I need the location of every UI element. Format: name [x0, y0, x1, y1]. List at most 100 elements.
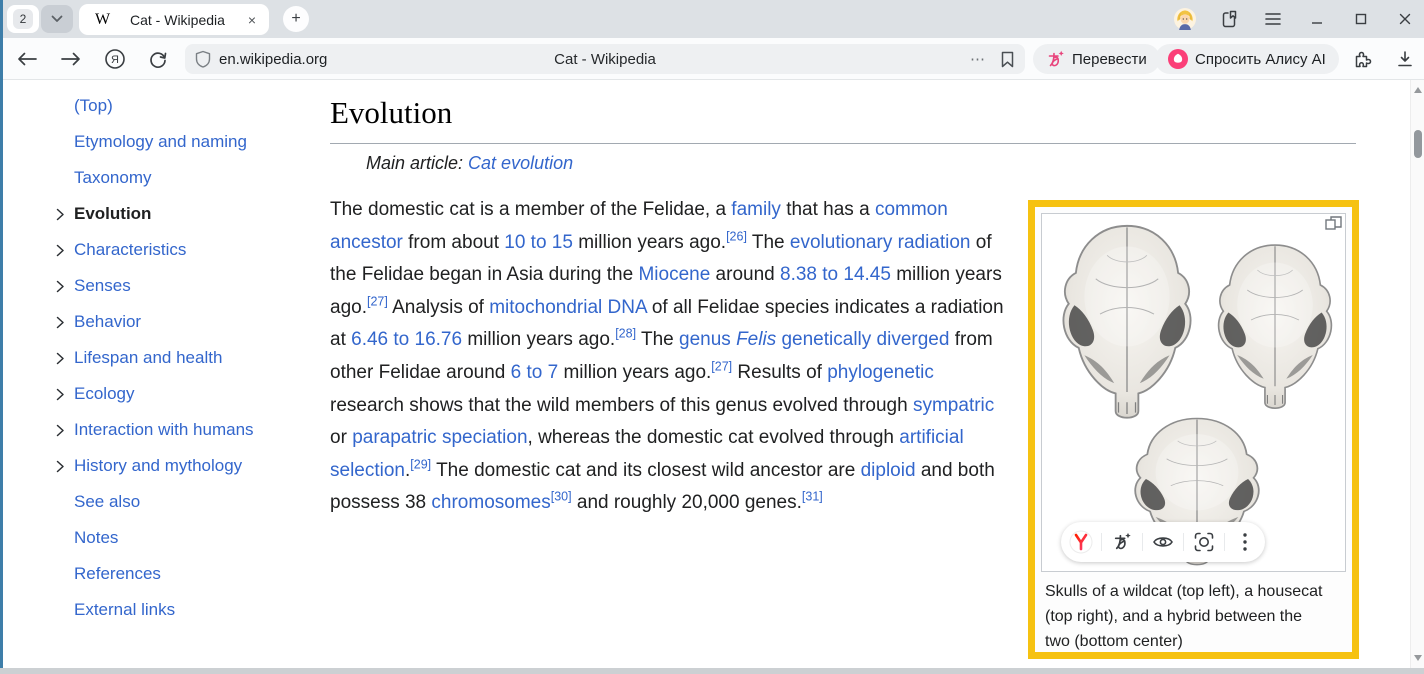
reference-link[interactable]: [27] [711, 360, 732, 374]
sidebar-item-ecology[interactable]: Ecology [56, 376, 326, 412]
window-maximize-button[interactable] [1350, 8, 1372, 30]
text-run: The [747, 232, 790, 253]
reference-link[interactable]: [26] [726, 229, 747, 243]
kebab-menu-icon[interactable] [1233, 530, 1257, 554]
wiki-link[interactable]: mitochondrial DNA [489, 297, 646, 318]
wiki-link[interactable]: 6 to 7 [511, 362, 559, 383]
window-frame-left [0, 0, 3, 674]
wiki-link[interactable]: evolutionary radiation [790, 232, 971, 253]
reference-link[interactable]: [30] [551, 490, 572, 504]
download-icon [1396, 50, 1414, 68]
sidebar-item-etymology-and-naming[interactable]: Etymology and naming [56, 124, 326, 160]
url-host: en.wikipedia.org [219, 51, 327, 68]
maximize-icon [1354, 12, 1368, 26]
sidebar-item-behavior[interactable]: Behavior [56, 304, 326, 340]
wiki-link[interactable]: 10 to 15 [504, 232, 573, 253]
chevron-right-icon[interactable] [56, 244, 74, 257]
translate-icon[interactable] [1110, 530, 1134, 554]
sidebar-item-see-also[interactable]: See also [56, 484, 326, 520]
skulls-image[interactable] [1041, 213, 1346, 572]
wiki-link[interactable]: genus [679, 329, 731, 350]
vertical-scrollbar[interactable] [1410, 80, 1424, 668]
sidebar-item-label: Senses [74, 276, 131, 296]
sidebar-item-characteristics[interactable]: Characteristics [56, 232, 326, 268]
chevron-right-icon[interactable] [56, 316, 74, 329]
skulls-drawing [1042, 214, 1344, 571]
sidebar-item-label: Lifespan and health [74, 348, 222, 368]
scrollbar-thumb[interactable] [1414, 130, 1422, 158]
wiki-link[interactable]: parapatric speciation [352, 427, 527, 448]
tab-close-icon[interactable]: × [245, 12, 259, 28]
reload-button[interactable] [146, 47, 170, 71]
translate-button[interactable]: Перевести [1033, 44, 1160, 74]
enlarge-icon[interactable] [1325, 216, 1342, 230]
figure-skulls[interactable]: Skulls of a wildcat (top left), a housec… [1028, 200, 1359, 659]
chevron-right-icon[interactable] [56, 424, 74, 437]
ask-alice-button[interactable]: Спросить Алису AI [1155, 44, 1339, 74]
hatnote: Main article: Cat evolution [366, 153, 573, 174]
sidebar-item-evolution[interactable]: Evolution [56, 196, 326, 232]
wiki-link[interactable]: sympatric [913, 395, 994, 416]
reference-link[interactable]: [31] [802, 490, 823, 504]
wiki-link[interactable]: phylogenetic [827, 362, 934, 383]
address-bar[interactable]: en.wikipedia.org Cat - Wikipedia ⋯ [185, 44, 1025, 74]
reference-link[interactable]: [29] [410, 457, 431, 471]
sidebar-item-history-and-mythology[interactable]: History and mythology [56, 448, 326, 484]
bookmark-panel-icon [1220, 10, 1238, 28]
bookmark-icon[interactable] [1000, 51, 1015, 68]
wiki-link[interactable]: family [731, 199, 781, 220]
yandex-logo-icon[interactable] [1069, 530, 1093, 554]
new-tab-button[interactable]: + [283, 6, 309, 32]
window-minimize-button[interactable] [1306, 8, 1328, 30]
browser-menu-button[interactable] [1262, 8, 1284, 30]
sidebar-item-interaction-with-humans[interactable]: Interaction with humans [56, 412, 326, 448]
scroll-up-arrow[interactable] [1411, 83, 1424, 97]
sidebar-item-references[interactable]: References [56, 556, 326, 592]
section-heading: Evolution [330, 95, 452, 131]
chevron-right-icon[interactable] [56, 208, 74, 221]
text-run: research shows that the wild members of … [330, 395, 913, 416]
sidebar-item-top[interactable]: (Top) [56, 88, 326, 124]
chevron-right-icon[interactable] [56, 460, 74, 473]
tab-count-button[interactable]: 2 [7, 5, 39, 33]
tab-cat-wikipedia[interactable]: W Cat - Wikipedia × [79, 4, 269, 35]
reference-link[interactable]: [28] [615, 327, 636, 341]
toolbar-divider [1183, 533, 1184, 551]
sidebar-item-lifespan-and-health[interactable]: Lifespan and health [56, 340, 326, 376]
url-more-icon[interactable]: ⋯ [970, 50, 986, 68]
window-frame-bottom [0, 668, 1424, 674]
forward-arrow-icon [61, 52, 81, 66]
window-close-button[interactable] [1394, 8, 1416, 30]
back-button[interactable] [15, 47, 39, 71]
reference-link[interactable]: [27] [367, 294, 388, 308]
sidebar-item-taxonomy[interactable]: Taxonomy [56, 160, 326, 196]
chevron-right-icon[interactable] [56, 352, 74, 365]
wiki-link[interactable]: Felis [736, 329, 776, 350]
wiki-link[interactable]: 8.38 to 14.45 [780, 264, 891, 285]
wiki-link[interactable]: Cat evolution [468, 153, 573, 173]
scroll-down-arrow[interactable] [1411, 651, 1424, 665]
visual-search-icon[interactable] [1192, 530, 1216, 554]
sidebar-item-senses[interactable]: Senses [56, 268, 326, 304]
chevron-right-icon[interactable] [56, 280, 74, 293]
figure-caption: Skulls of a wildcat (top left), a housec… [1035, 572, 1335, 654]
sidebar-item-notes[interactable]: Notes [56, 520, 326, 556]
wiki-link[interactable]: Miocene [638, 264, 710, 285]
wiki-link[interactable]: genetically diverged [781, 329, 949, 350]
tab-list-chevron-button[interactable] [41, 5, 73, 33]
eye-icon[interactable] [1151, 530, 1175, 554]
forward-button[interactable] [59, 47, 83, 71]
wiki-link[interactable]: diploid [861, 460, 916, 481]
heading-divider [330, 143, 1356, 144]
wiki-link[interactable]: 6.46 to 16.76 [351, 329, 462, 350]
extensions-button[interactable] [1351, 47, 1375, 71]
sidebar-item-label: Etymology and naming [74, 132, 247, 152]
wiki-link[interactable]: chromosomes [431, 492, 550, 513]
profile-avatar[interactable] [1174, 8, 1196, 30]
downloads-button[interactable] [1393, 47, 1417, 71]
chevron-right-icon[interactable] [56, 388, 74, 401]
side-panel-button[interactable] [1218, 8, 1240, 30]
article-paragraph: The domestic cat is a member of the Feli… [330, 194, 1008, 520]
yandex-search-button[interactable]: Я [103, 47, 127, 71]
sidebar-item-external-links[interactable]: External links [56, 592, 326, 628]
